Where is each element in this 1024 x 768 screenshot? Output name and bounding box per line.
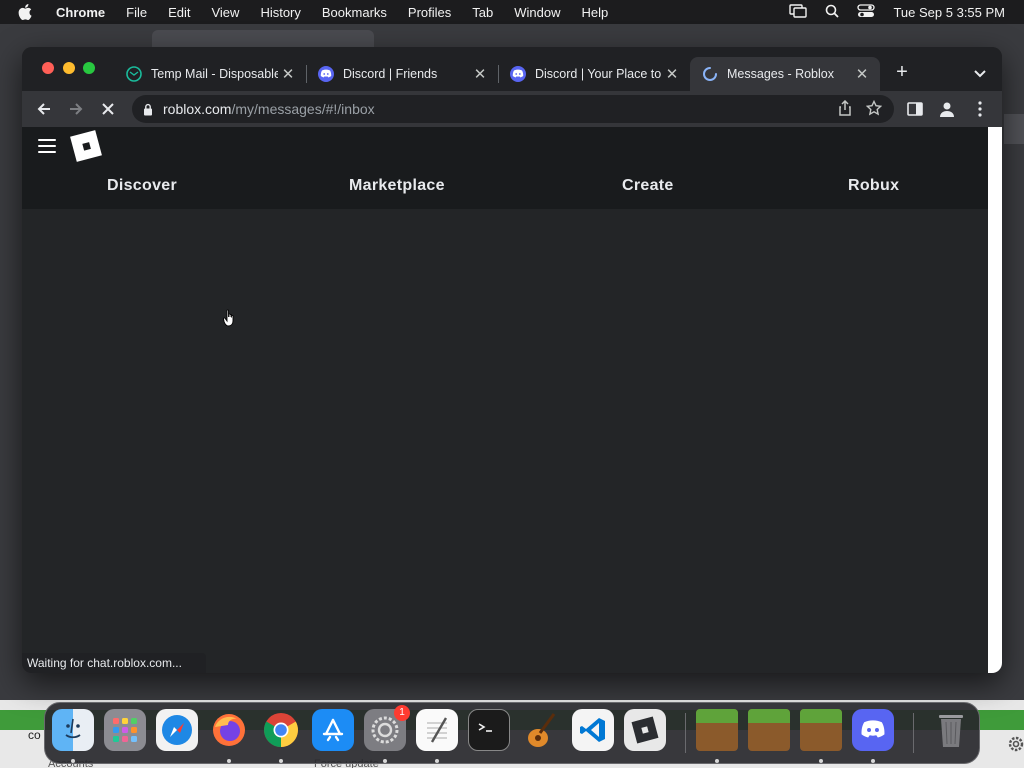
roblox-header: Discover Marketplace Create Robux xyxy=(22,127,988,209)
chrome-icon[interactable] xyxy=(260,709,302,751)
tab-search-chevron-icon[interactable] xyxy=(970,63,990,83)
menu-profiles[interactable]: Profiles xyxy=(408,5,451,20)
running-indicator xyxy=(871,759,875,763)
menu-tab[interactable]: Tab xyxy=(472,5,493,20)
tab-discord-your-place[interactable]: Discord | Your Place to ✕ xyxy=(498,57,690,91)
system-settings-icon[interactable]: 1 xyxy=(364,705,410,751)
loading-status-bar: Waiting for chat.roblox.com... xyxy=(22,653,206,673)
nav-marketplace[interactable]: Marketplace xyxy=(349,177,445,195)
profile-avatar-icon[interactable] xyxy=(936,98,958,120)
tab-title: Temp Mail - Disposable xyxy=(151,67,278,81)
side-panel-icon[interactable] xyxy=(904,98,926,120)
window-zoom-button[interactable] xyxy=(83,62,95,74)
new-tab-button[interactable]: + xyxy=(890,61,914,85)
hand-pointer-cursor-icon xyxy=(223,309,237,327)
firefox-icon[interactable] xyxy=(208,709,250,751)
macos-dock: 1 xyxy=(44,702,980,764)
discord-icon xyxy=(510,66,526,82)
menu-app-name[interactable]: Chrome xyxy=(56,5,105,20)
background-left-text: co xyxy=(28,728,41,742)
safari-icon[interactable] xyxy=(156,709,198,751)
menu-bookmarks[interactable]: Bookmarks xyxy=(322,5,387,20)
menu-view[interactable]: View xyxy=(211,5,239,20)
browser-toolbar: roblox.com/my/messages/#!/inbox xyxy=(22,91,1002,127)
menu-window[interactable]: Window xyxy=(514,5,560,20)
vscode-icon[interactable] xyxy=(572,709,614,751)
menu-file[interactable]: File xyxy=(126,5,147,20)
running-indicator xyxy=(71,759,75,763)
garageband-icon[interactable] xyxy=(520,709,562,751)
tab-messages-roblox[interactable]: Messages - Roblox ✕ xyxy=(690,57,880,91)
bookmark-star-icon[interactable] xyxy=(865,99,883,119)
roblox-logo-icon[interactable] xyxy=(70,130,102,162)
menu-help[interactable]: Help xyxy=(582,5,609,20)
tab-close-icon[interactable]: ✕ xyxy=(852,65,872,83)
terminal-icon[interactable] xyxy=(468,709,510,751)
minecraft-icon[interactable] xyxy=(696,709,738,751)
running-indicator xyxy=(383,759,387,763)
tab-close-icon[interactable]: ✕ xyxy=(470,65,490,83)
url-host: roblox.com xyxy=(163,101,232,117)
gear-icon[interactable] xyxy=(1006,734,1024,759)
window-minimize-button[interactable] xyxy=(63,62,75,74)
discord-icon xyxy=(318,66,334,82)
running-indicator xyxy=(227,759,231,763)
tempmail-icon xyxy=(126,66,142,82)
nav-create[interactable]: Create xyxy=(622,177,674,195)
trash-icon[interactable] xyxy=(930,709,972,751)
nav-robux[interactable]: Robux xyxy=(848,177,899,195)
tab-title: Discord | Friends xyxy=(343,67,438,81)
running-indicator xyxy=(435,759,439,763)
tab-temp-mail[interactable]: Temp Mail - Disposable ✕ xyxy=(114,57,306,91)
discord-app-icon[interactable] xyxy=(852,709,894,751)
back-arrow-icon[interactable] xyxy=(33,98,55,120)
menu-edit[interactable]: Edit xyxy=(168,5,190,20)
control-center-icon[interactable] xyxy=(857,3,876,21)
nav-discover[interactable]: Discover xyxy=(107,177,177,195)
app-store-icon[interactable] xyxy=(312,709,354,751)
screen-mirroring-icon[interactable] xyxy=(789,3,808,21)
background-window-edge xyxy=(1004,114,1024,144)
window-close-button[interactable] xyxy=(42,62,54,74)
dock-separator xyxy=(913,713,914,753)
launchpad-icon[interactable] xyxy=(104,709,146,751)
spotlight-search-icon[interactable] xyxy=(825,4,840,21)
roblox-app-icon[interactable] xyxy=(624,709,666,751)
share-icon[interactable] xyxy=(838,99,852,119)
hamburger-menu-icon[interactable] xyxy=(38,139,56,153)
tab-title: Discord | Your Place to xyxy=(535,67,662,81)
page-viewport: Discover Marketplace Create Robux Waitin… xyxy=(22,127,988,673)
tab-strip: Temp Mail - Disposable ✕ Discord | Frien… xyxy=(22,47,1002,91)
lock-icon[interactable] xyxy=(143,103,153,116)
notification-badge: 1 xyxy=(394,705,410,721)
tab-title: Messages - Roblox xyxy=(727,67,834,81)
finder-icon[interactable] xyxy=(52,709,94,751)
textedit-icon[interactable] xyxy=(416,709,458,751)
stop-loading-icon[interactable] xyxy=(97,98,119,120)
menubar-clock[interactable]: Tue Sep 5 3:55 PM xyxy=(893,5,1005,20)
running-indicator xyxy=(279,759,283,763)
chrome-window: Temp Mail - Disposable ✕ Discord | Frien… xyxy=(22,47,1002,673)
page-scrollbar-track[interactable] xyxy=(988,127,1002,673)
chrome-menu-kebab-icon[interactable] xyxy=(969,98,991,120)
minecraft-icon[interactable] xyxy=(800,709,842,751)
macos-menubar: Chrome File Edit View History Bookmarks … xyxy=(0,0,1024,24)
tab-close-icon[interactable]: ✕ xyxy=(662,65,682,83)
menu-history[interactable]: History xyxy=(260,5,300,20)
running-indicator xyxy=(715,759,719,763)
forward-arrow-icon[interactable] xyxy=(65,98,87,120)
url-path: /my/messages/#!/inbox xyxy=(231,101,375,117)
loading-spinner-icon xyxy=(702,66,718,82)
dock-separator xyxy=(685,713,686,753)
running-indicator xyxy=(819,759,823,763)
address-bar[interactable]: roblox.com/my/messages/#!/inbox xyxy=(132,95,894,123)
minecraft-icon[interactable] xyxy=(748,709,790,751)
tab-discord-friends[interactable]: Discord | Friends ✕ xyxy=(306,57,498,91)
apple-menu-icon[interactable] xyxy=(18,4,36,20)
tab-close-icon[interactable]: ✕ xyxy=(278,65,298,83)
